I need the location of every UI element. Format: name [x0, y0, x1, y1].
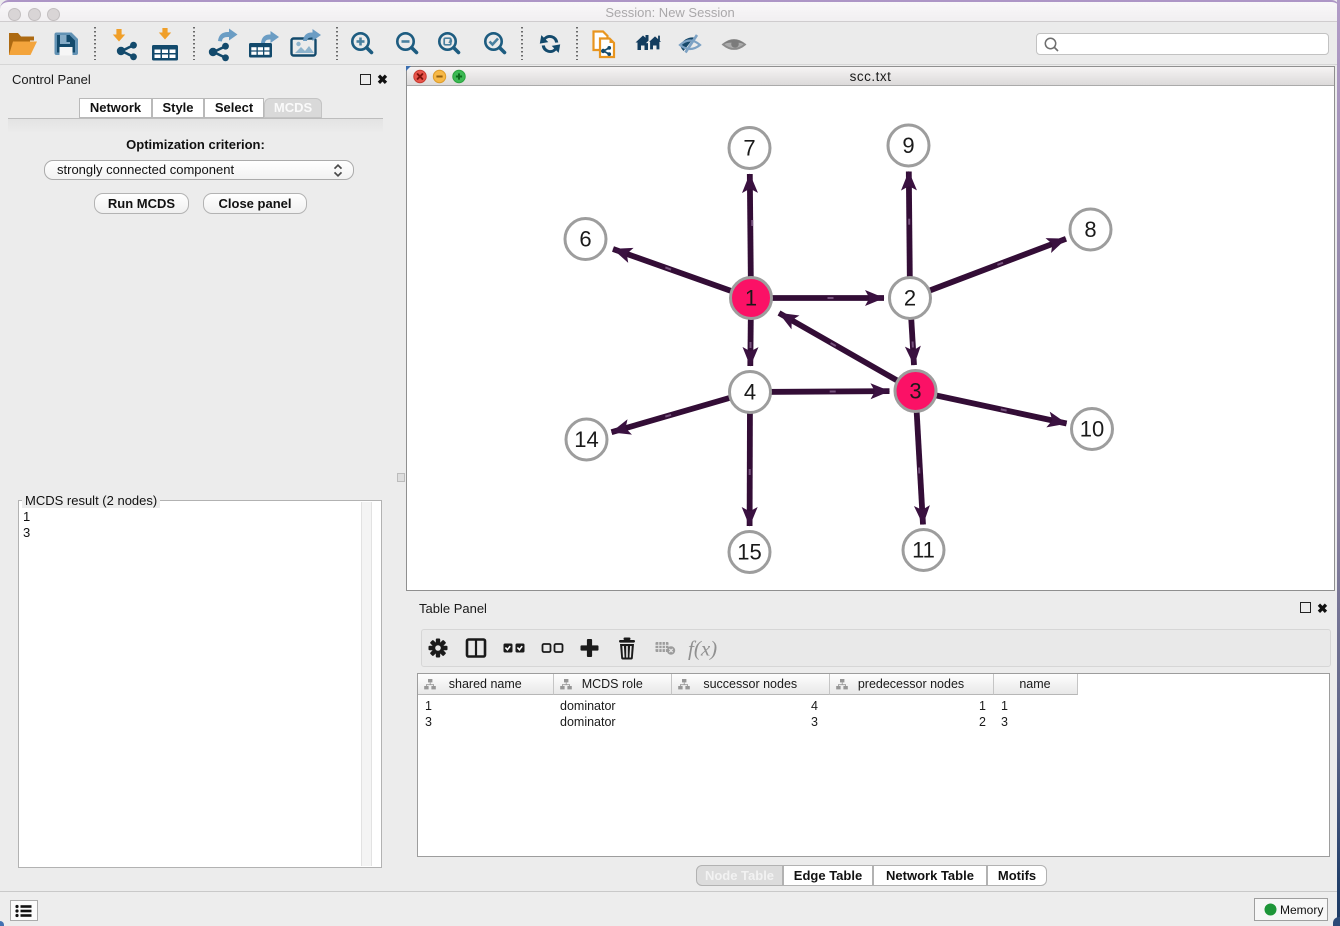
svg-text:6: 6 — [579, 227, 591, 252]
svg-text:7: 7 — [743, 136, 755, 161]
svg-text:10: 10 — [1080, 417, 1104, 442]
svg-text:2: 2 — [904, 286, 916, 311]
svg-text:11: 11 — [912, 538, 935, 563]
svg-text:14: 14 — [574, 427, 598, 452]
svg-text:f(x): f(x) — [688, 637, 717, 661]
svg-text:4: 4 — [744, 380, 756, 405]
svg-text:8: 8 — [1084, 217, 1096, 242]
svg-text:1: 1 — [745, 286, 757, 311]
svg-text:3: 3 — [909, 379, 921, 404]
svg-text:15: 15 — [737, 540, 761, 565]
svg-text:9: 9 — [902, 133, 914, 158]
